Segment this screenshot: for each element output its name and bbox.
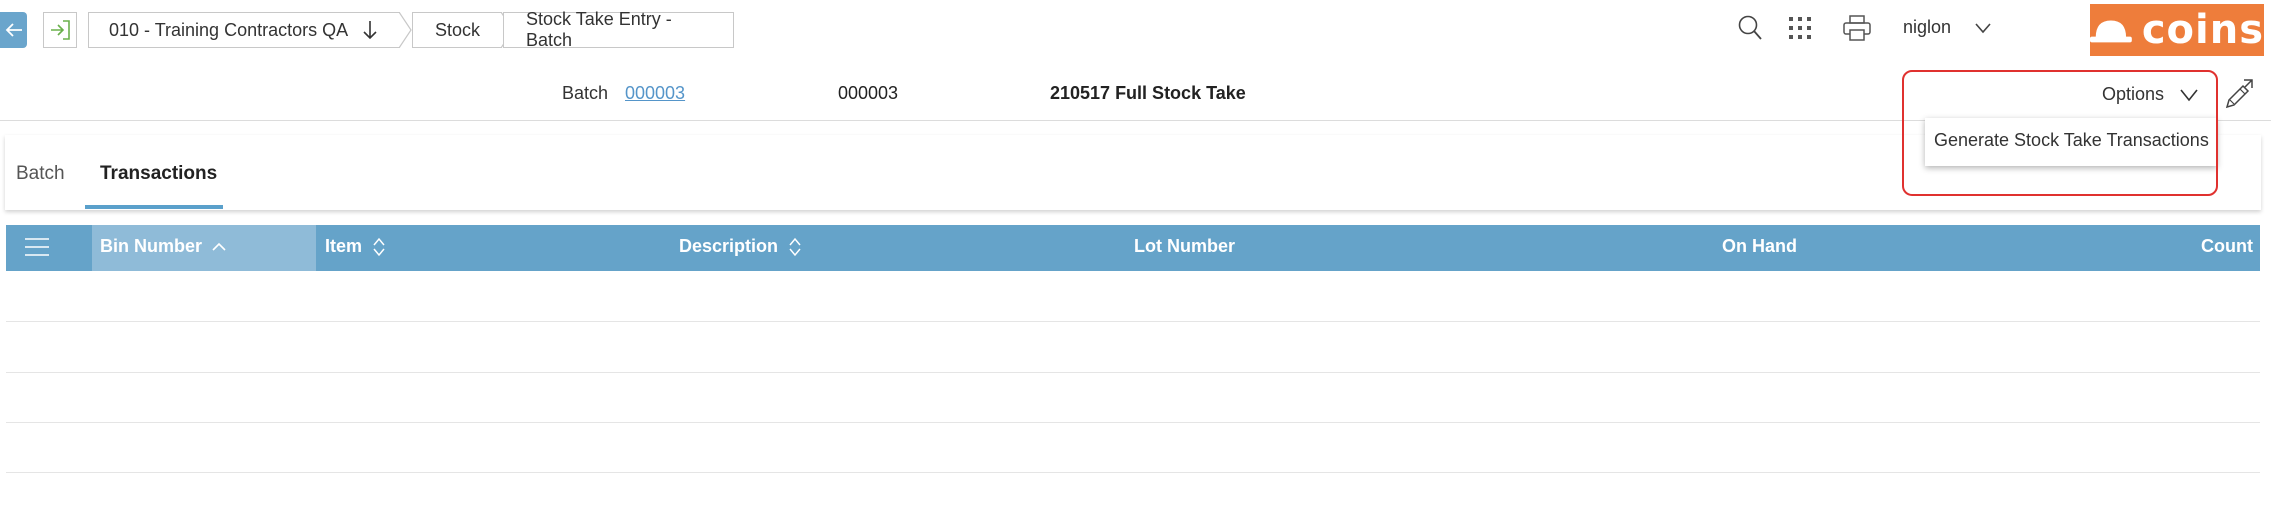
table-row [6, 472, 2260, 473]
breadcrumb-stock-take-entry-label: Stock Take Entry - Batch [526, 9, 672, 50]
coins-logo: coins [2090, 4, 2264, 56]
column-count-label: Count [2201, 236, 2253, 256]
column-description-label: Description [679, 236, 779, 256]
column-bin-number[interactable]: Bin Number [100, 236, 226, 257]
sort-up-icon [212, 242, 226, 251]
batch-description: 210517 Full Stock Take [1050, 83, 1246, 103]
tab-transactions[interactable]: Transactions [100, 163, 217, 185]
search-icon[interactable] [1737, 14, 1763, 42]
column-item[interactable]: Item [325, 236, 386, 257]
column-item-label: Item [325, 236, 363, 256]
sort-both-icon [373, 237, 385, 256]
breadcrumb-company-label: 010 - Training Contractors QA [109, 19, 349, 40]
back-button[interactable] [0, 12, 27, 48]
apps-grid-icon[interactable] [1789, 17, 1811, 39]
column-lot-number-label: Lot Number [1134, 236, 1235, 256]
table-row [6, 422, 2260, 423]
tab-batch[interactable]: Batch [16, 163, 65, 185]
table-row [6, 321, 2260, 322]
sort-both-icon [789, 237, 801, 256]
chevron-down-icon[interactable] [1975, 22, 1991, 34]
column-on-hand[interactable]: On Hand [1722, 236, 1797, 257]
edit-icon[interactable] [2224, 78, 2254, 110]
column-on-hand-label: On Hand [1722, 236, 1797, 256]
column-description[interactable]: Description [679, 236, 802, 257]
column-lot-number[interactable]: Lot Number [1134, 236, 1235, 257]
back-arrow-icon [5, 23, 22, 37]
batch-code: 000003 [838, 83, 899, 103]
hard-hat-icon [2090, 20, 2132, 43]
coins-logo-text: coins [2141, 7, 2264, 53]
breadcrumb-stock-label: Stock [435, 19, 481, 40]
exit-icon [51, 20, 70, 40]
active-tab-indicator [85, 205, 223, 209]
exit-button[interactable] [43, 12, 77, 48]
batch-label: Batch [562, 83, 609, 103]
column-bin-number-label: Bin Number [100, 236, 203, 256]
printer-icon[interactable] [1843, 15, 1871, 41]
column-count[interactable]: Count [2201, 236, 2253, 257]
highlight-annotation [1902, 70, 2218, 196]
user-menu[interactable]: niglon [1903, 17, 1951, 38]
breadcrumb-stock-take-entry[interactable]: Stock Take Entry - Batch [503, 9, 734, 50]
arrow-down-icon [363, 21, 377, 40]
breadcrumb-stock[interactable]: Stock [412, 12, 502, 48]
batch-link[interactable]: 000003 [625, 83, 685, 104]
menu-lines-icon[interactable] [24, 236, 50, 258]
table-row [6, 372, 2260, 373]
breadcrumb-company[interactable]: 010 - Training Contractors QA [88, 12, 400, 48]
